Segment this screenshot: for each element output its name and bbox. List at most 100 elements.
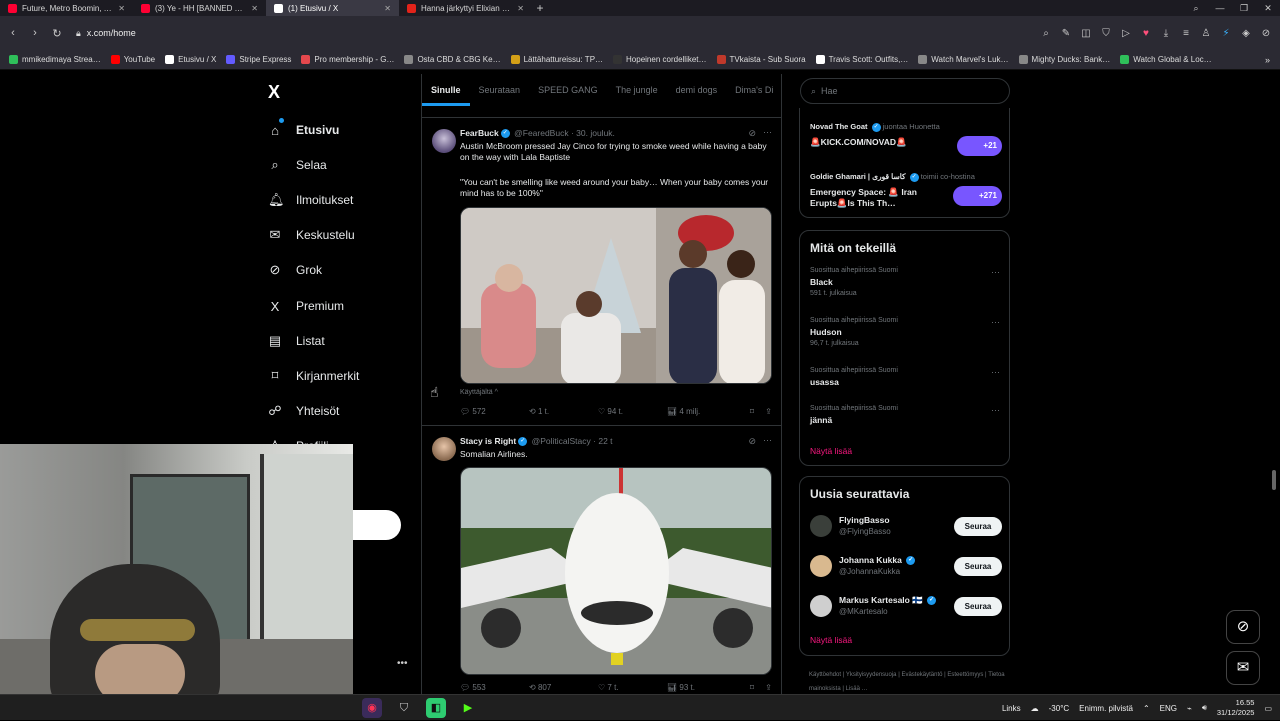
trend-item[interactable]: Suosittua aihepiirissä Suomi Black 591 t. … [810,267,1000,297]
post-time[interactable]: · 22 t [593,436,612,446]
space-item[interactable]: Novad The Goat ✓ juontaa Huonetta 🚨KICK.C… [810,122,1002,156]
timeline-tab[interactable]: Seurataan [470,85,530,95]
play-icon[interactable]: ▷ [1118,28,1134,39]
browser-tab[interactable]: Hanna järkyttyi Elixian oh… ✕ [399,0,532,16]
repost-button[interactable]: ⟲ 807 [529,683,598,692]
screenshot-icon[interactable]: ◫ [1078,28,1094,39]
bookmark-item[interactable]: Watch Global & Loc… [1115,55,1216,64]
avatar[interactable] [810,595,832,617]
nav-item-yhteisöt[interactable]: ☍ Yhteisöt [268,401,339,421]
bookmark-item[interactable]: Osta CBD & CBG Ke… [399,55,505,64]
post-image[interactable] [460,467,772,675]
scrollbar-thumb[interactable] [1272,470,1276,490]
avatar[interactable] [810,555,832,577]
aria-icon[interactable]: ◈ [1238,28,1254,39]
reply-button[interactable]: 💬︎ 572 [460,407,529,416]
volume-icon[interactable]: 🔊︎ [1202,703,1207,713]
who-show-more[interactable]: Näytä lisää [810,635,852,645]
post-handle[interactable]: @FearedBuck [514,128,568,138]
weather-text[interactable]: Enimm. pilvistä [1079,704,1133,713]
tab-search-icon[interactable]: ⌕ [1184,0,1208,16]
nav-item-listat[interactable]: ▤ Listat [268,331,325,351]
discord-icon[interactable]: ◧ [426,698,446,718]
footer-link[interactable]: Evästekäytäntö [901,672,942,678]
browser-tab[interactable]: (1) Etusivu / X ✕ [266,0,399,16]
notifications-icon[interactable]: ▭ [1264,704,1272,713]
browser-tab[interactable]: (3) Ye - HH [BANNED TRA… ✕ [133,0,266,16]
tab-close-icon[interactable]: ✕ [118,4,125,13]
bookmark-item[interactable]: Pro membership - G… [296,55,399,64]
clock[interactable]: 16.55 31/12/2025 [1217,698,1255,718]
download-icon[interactable]: ⤓ [1158,28,1174,39]
bookmark-item[interactable]: Watch Marvel's Luk… [913,55,1013,64]
repost-button[interactable]: ⟲ 1 t. [529,407,598,416]
post-author[interactable]: Stacy is Right [460,436,516,446]
trend-more-icon[interactable]: ··· [991,367,1000,377]
post-handle[interactable]: @PoliticalStacy [532,436,591,446]
follow-button[interactable]: Seuraa [954,517,1002,536]
extension-icon[interactable]: ⚡︎ [1218,28,1234,39]
bookmark-icon[interactable]: ⌑ [736,683,754,692]
post-more-icon[interactable]: ··· [763,127,772,137]
bookmark-item[interactable]: Mighty Ducks: Bank… [1014,55,1116,64]
bookmark-item[interactable]: TVkaista - Sub Suora [712,55,811,64]
zoom-icon[interactable]: ⌕ [1038,28,1054,39]
x-logo[interactable]: X [268,82,280,103]
shield-icon[interactable]: ⛉ [1098,28,1114,39]
footer-link[interactable]: Käyttöehdot [809,672,841,678]
minimize-button[interactable]: — [1208,0,1232,16]
opera-gx-icon[interactable]: ◉ [362,698,382,718]
nav-item-etusivu[interactable]: ⌂ Etusivu [268,120,339,140]
grok-icon[interactable]: ⊘ [748,436,756,447]
forward-icon[interactable]: › [26,27,44,40]
post[interactable]: Stacy is Right ✓ @PoliticalStacy · 22 t ⊘… [422,427,781,694]
timeline-tab[interactable]: The jungle [607,85,667,95]
nav-item-keskustelu[interactable]: ✉ Keskustelu [268,225,355,245]
search-input[interactable]: ⌕ Hae [800,78,1010,104]
links-label[interactable]: Links [1002,704,1021,713]
ai-icon[interactable]: ⊘ [1258,28,1274,39]
post-button[interactable] [353,510,401,540]
views-button[interactable]: 📊︎ 93 t. [667,683,736,692]
tab-close-icon[interactable]: ✕ [384,4,391,13]
heart-icon[interactable]: ♥ [1138,28,1154,39]
grok-fab-icon[interactable]: ⊘ [1226,610,1260,644]
new-tab-button[interactable]: + [532,1,548,15]
account-icon[interactable]: ♙ [1198,28,1214,39]
bookmark-item[interactable]: Lättähattureissu: TP… [506,55,608,64]
bookmark-item[interactable]: YouTube [106,55,160,64]
bookmark-icon[interactable]: ⌑ [736,407,754,416]
follow-button[interactable]: Seuraa [954,597,1002,616]
space-item[interactable]: Goldie Ghamari | كاسا قوری ✓ toimii co-ho… [810,172,1002,209]
menu-icon[interactable]: ≡ [1178,28,1194,39]
browser-tab[interactable]: Future, Metro Boomin, Tr… ✕ [0,0,133,16]
nav-item-grok[interactable]: ⊘ Grok [268,260,322,280]
timeline-tab[interactable]: Sinulle [422,85,470,106]
timeline-tab[interactable]: demi dogs [667,85,727,95]
grok-icon[interactable]: ⊘ [748,128,756,139]
language[interactable]: ENG [1160,704,1177,713]
tab-close-icon[interactable]: ✕ [517,4,524,13]
nav-item-premium[interactable]: X Premium [268,296,344,316]
maximize-button[interactable]: ❐ [1232,0,1256,16]
trend-more-icon[interactable]: ··· [991,317,1000,327]
share-icon[interactable]: ⇪ [754,683,772,692]
edit-icon[interactable]: ✎ [1058,28,1074,39]
bookmark-item[interactable]: Hopeinen cordelliket… [608,55,712,64]
footer-link[interactable]: Esteettömyys [947,672,983,678]
trend-more-icon[interactable]: ··· [991,405,1000,415]
network-icon[interactable]: ⌁ [1187,704,1192,713]
post-author[interactable]: FearBuck [460,128,499,138]
follow-button[interactable]: Seuraa [954,557,1002,576]
like-button[interactable]: ♡ 94 t. [598,407,667,416]
trends-show-more[interactable]: Näytä lisää [810,446,852,456]
like-button[interactable]: ♡ 7 t. [598,683,667,692]
timeline-tab[interactable]: SPEED GANG [529,85,607,95]
footer-link[interactable]: Lisää … [846,686,868,692]
share-icon[interactable]: ⇪ [754,407,772,416]
tray-chevron-icon[interactable]: ⌃ [1143,704,1150,713]
reply-button[interactable]: 💬︎ 553 [460,683,529,692]
bookmark-item[interactable]: Travis Scott: Outfits,… [811,55,914,64]
tab-close-icon[interactable]: ✕ [251,4,258,13]
post-note[interactable]: Käyttäjältä ^ [460,389,498,396]
